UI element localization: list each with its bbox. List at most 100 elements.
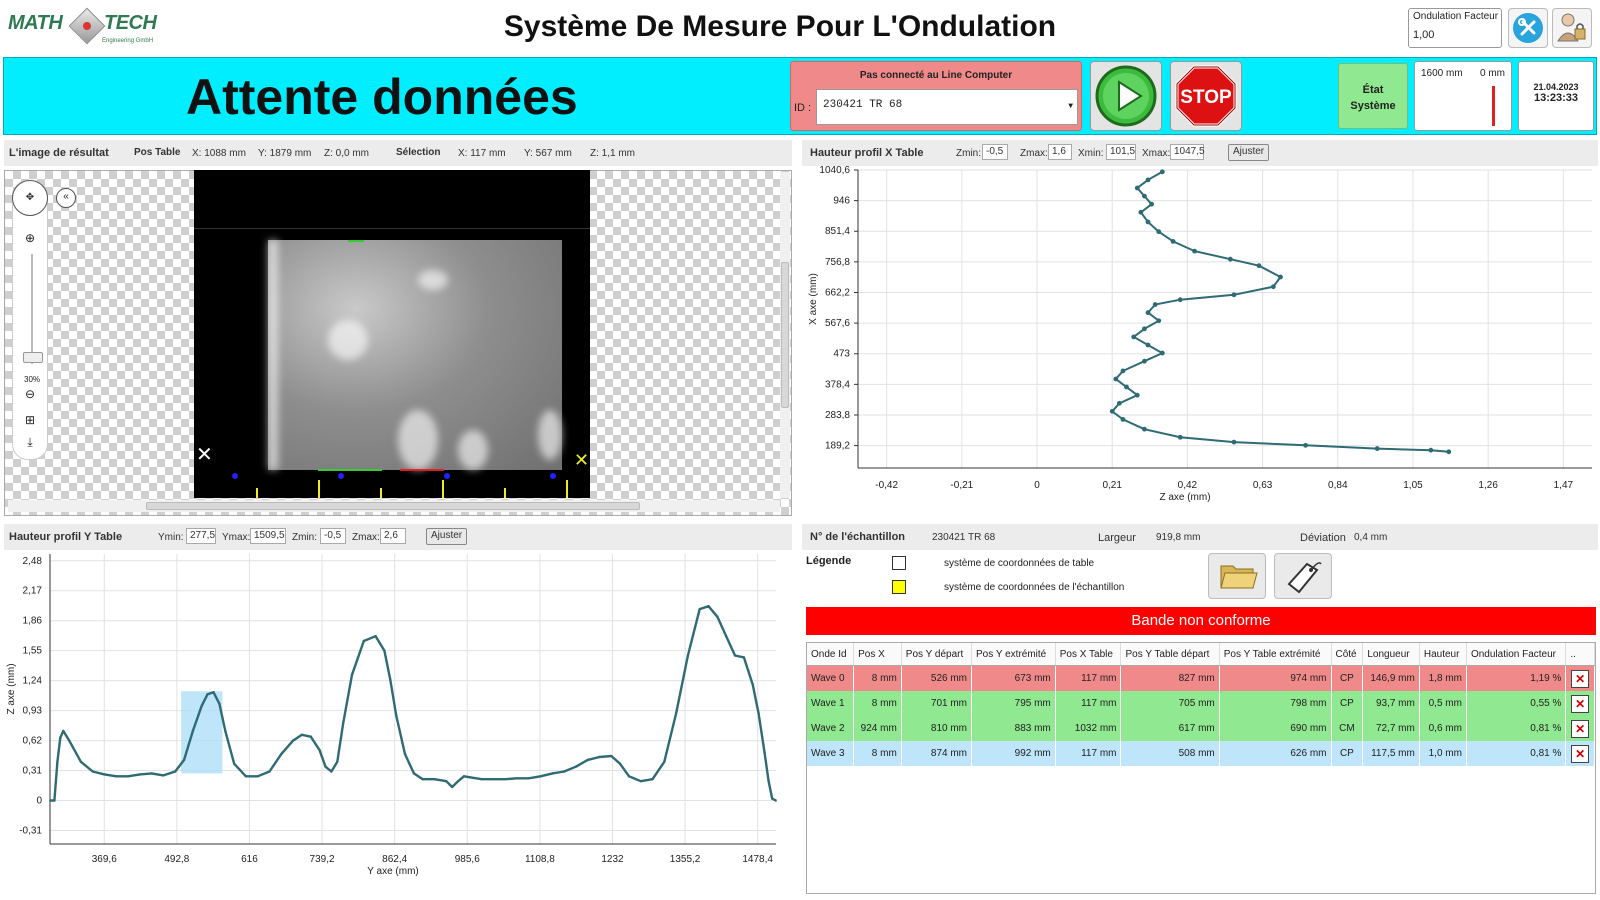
- stop-sign-icon: STOP: [1175, 65, 1237, 127]
- delete-row-icon[interactable]: ✕: [1571, 744, 1590, 763]
- x-tick-label: 1,47: [1554, 480, 1574, 491]
- y-tick-label: 0,62: [23, 736, 43, 747]
- system-state-button[interactable]: État Système: [1338, 63, 1408, 129]
- zoom-in-icon[interactable]: ⊕: [22, 230, 38, 246]
- table-cell: 690 mm: [1219, 716, 1332, 741]
- selection-z-value: Z: 1,1 mm: [590, 148, 636, 159]
- label-tag-button[interactable]: [1274, 553, 1332, 599]
- data-point: [412, 772, 416, 775]
- zmin-input[interactable]: -0,5: [982, 144, 1008, 160]
- x-profile-header: Hauteur profil X Table Zmin: -0,5 Zmax: …: [802, 140, 1598, 166]
- column-header[interactable]: Hauteur: [1419, 643, 1467, 666]
- pan-navigation-icon[interactable]: ✥: [12, 180, 48, 216]
- y-profile-chart[interactable]: 369,6 492,8 616 739,2 862,4 985,6 1108,8 1232 13…: [4, 550, 792, 898]
- xmin-input[interactable]: 101,5: [1106, 144, 1136, 160]
- table-cell: 883 mm: [971, 716, 1056, 741]
- data-point: [539, 775, 542, 778]
- column-header[interactable]: Pos Y extrémité: [971, 643, 1056, 666]
- table-row[interactable]: Wave 38 mm 874 mm 992 mm 117 mm 508 mm 626 mm…: [807, 741, 1595, 766]
- datetime-display: 21.04.2023 13:23:33: [1518, 61, 1594, 131]
- x-tick-label: 0,63: [1253, 480, 1273, 491]
- y-tick-label: 0: [36, 796, 42, 807]
- start-button[interactable]: [1090, 61, 1162, 131]
- stop-button[interactable]: STOP: [1170, 61, 1242, 131]
- y-tick-label: 1,86: [23, 616, 43, 627]
- zmax-input[interactable]: 2,6: [380, 528, 406, 544]
- collapse-toolbar-icon[interactable]: «: [56, 188, 76, 208]
- vertical-scroll-thumb[interactable]: [781, 262, 789, 408]
- x-axis-title: Z axe (mm): [1159, 492, 1210, 503]
- legend-swatch-sample: [892, 580, 906, 594]
- settings-tools-button[interactable]: [1508, 8, 1548, 48]
- table-cell: 1,19 %: [1466, 665, 1567, 691]
- marker-line-top: [348, 240, 364, 242]
- column-header[interactable]: ..: [1565, 643, 1595, 666]
- column-header[interactable]: Ondulation Facteur: [1466, 643, 1567, 666]
- table-row[interactable]: Wave 18 mm 701 mm 795 mm 117 mm 705 mm 798 mm…: [807, 691, 1595, 716]
- data-point: [389, 678, 392, 681]
- column-header[interactable]: Longueur: [1362, 643, 1420, 666]
- ondulation-factor-value[interactable]: 1,00: [1413, 29, 1434, 41]
- legend-title: Légende: [806, 555, 852, 567]
- sample-number-label: N° de l'échantillon: [810, 531, 906, 543]
- table-cell: 1032 mm: [1055, 716, 1122, 741]
- column-header[interactable]: Côté: [1331, 643, 1364, 666]
- delete-row-icon[interactable]: ✕: [1571, 719, 1590, 738]
- open-folder-button[interactable]: [1208, 553, 1266, 599]
- tick-marker: [442, 480, 444, 498]
- data-point: [191, 729, 195, 733]
- pos-table-label: Pos Table: [134, 147, 181, 158]
- zoom-slider-track[interactable]: [31, 254, 33, 364]
- system-state-label-1: État: [1362, 84, 1384, 96]
- zoom-slider-thumb[interactable]: [23, 352, 43, 363]
- data-point: [598, 755, 601, 759]
- ondulation-factor-field[interactable]: Ondulation Facteur 1,00: [1408, 8, 1502, 48]
- table-cell: 117 mm: [1055, 665, 1122, 691]
- ymax-input[interactable]: 1509,5: [250, 528, 286, 544]
- column-header[interactable]: Onde Id: [807, 643, 855, 666]
- download-icon[interactable]: ⤓: [22, 434, 38, 450]
- delete-row-icon[interactable]: ✕: [1571, 694, 1590, 713]
- ymin-input[interactable]: 277,5: [186, 528, 216, 544]
- data-point: [686, 654, 690, 657]
- zoom-out-icon[interactable]: ⊖: [22, 386, 38, 402]
- zmax-input[interactable]: 1,6: [1048, 144, 1072, 160]
- xmax-input[interactable]: 1047,5: [1170, 144, 1205, 160]
- delete-row-icon[interactable]: ✕: [1571, 669, 1590, 688]
- table-row[interactable]: Wave 2 924 mm 810 mm 883 mm 1032 mm 617 mm 690…: [807, 716, 1595, 741]
- x-adjust-button[interactable]: Ajuster: [1228, 144, 1270, 161]
- marker-line-green: [318, 469, 382, 471]
- y-adjust-button[interactable]: Ajuster: [426, 528, 468, 545]
- user-login-button[interactable]: [1552, 8, 1592, 48]
- column-header[interactable]: Pos Y Table extrémité: [1219, 643, 1332, 666]
- x-tick-label: 1,26: [1478, 480, 1498, 491]
- table-cell: 117 mm: [1055, 691, 1122, 716]
- y-tick-label: 0,31: [23, 766, 43, 777]
- column-header[interactable]: Pos Y Table départ: [1120, 643, 1220, 666]
- y-tick-label: 1040,6: [819, 166, 850, 176]
- column-header[interactable]: Pos Y départ: [901, 643, 973, 666]
- xmax-label: Xmax:: [1142, 148, 1171, 159]
- table-row[interactable]: Wave 08 mm 526 mm 673 mm 117 mm 827 mm 974 mm…: [807, 665, 1595, 691]
- table-cell: 701 mm: [901, 691, 973, 716]
- time-text: 13:23:33: [1533, 92, 1579, 104]
- horizontal-scroll-thumb[interactable]: [146, 502, 640, 510]
- marker-line-red: [400, 469, 444, 471]
- x-tick-label: 985,6: [455, 854, 480, 865]
- data-point: [574, 765, 578, 768]
- zmin-input[interactable]: -0,5: [320, 528, 346, 544]
- table-cell: 72,7 mm: [1362, 716, 1420, 741]
- x-profile-chart[interactable]: -0,42 -0,21 0 0,21 0,42 0,63 0,84 1,05 1,26 1,47 1…: [802, 166, 1598, 518]
- y-tick-label: 378,4: [825, 379, 850, 390]
- data-point: [115, 775, 118, 778]
- table-origin-icon: ✕: [196, 444, 213, 466]
- table-cell: CP: [1331, 691, 1364, 716]
- table-cell: 705 mm: [1120, 691, 1220, 716]
- column-header[interactable]: Pos X: [853, 643, 902, 666]
- column-header[interactable]: Pos X Table: [1055, 643, 1122, 666]
- x-tick-label: -0,42: [875, 480, 898, 491]
- fit-to-screen-icon[interactable]: ⊞: [22, 412, 38, 428]
- sample-id-dropdown[interactable]: 230421 TR 68 ▼: [816, 89, 1078, 125]
- x-profile-title: Hauteur profil X Table: [810, 147, 924, 159]
- data-point: [663, 760, 666, 764]
